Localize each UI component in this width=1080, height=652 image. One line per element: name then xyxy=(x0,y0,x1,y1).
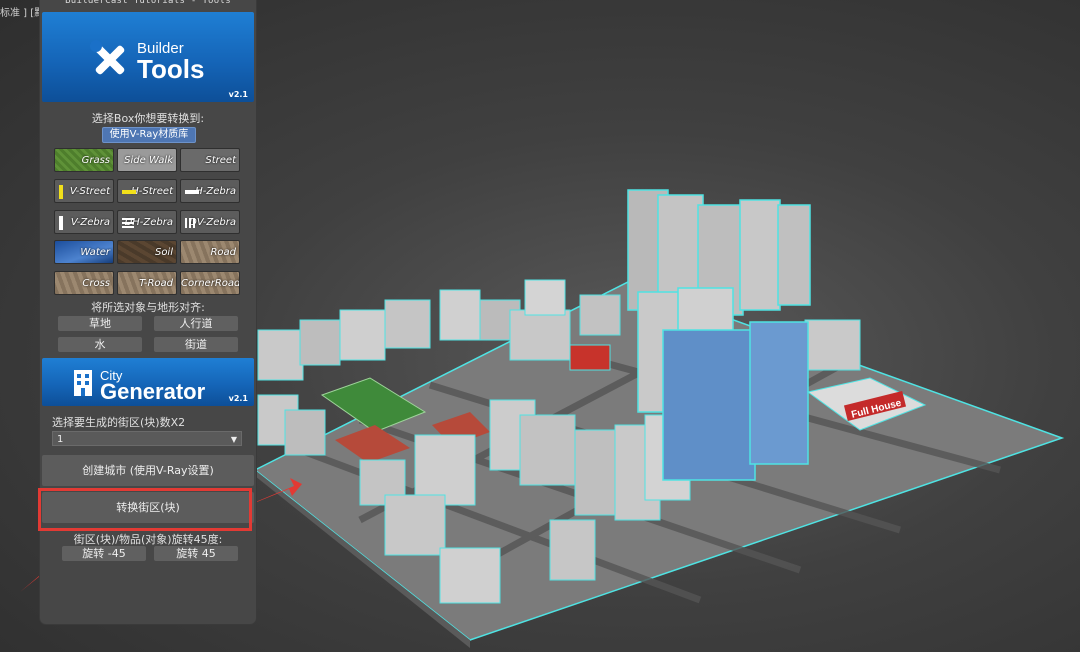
rotate-plus-45-button[interactable]: 旋转 45 xyxy=(154,546,238,561)
version-badge: v2.1 xyxy=(228,90,248,99)
builder-tools-banner: Builder Tools v2.1 xyxy=(42,12,254,102)
tile-cross-road[interactable]: Cross Road xyxy=(54,271,114,295)
vray-library-button[interactable]: 使用V-Ray材质库 xyxy=(102,127,196,143)
tile-label: CornerRoad xyxy=(181,278,240,289)
convert-label: 选择Box你想要转换到: xyxy=(91,112,205,125)
align-water-button[interactable]: 水 xyxy=(58,337,142,352)
viewport-label: 标准 ] [默 xyxy=(0,8,45,19)
select-value: 1 xyxy=(57,434,64,445)
panel-title: BuilderCast Tutorials - Tools xyxy=(65,0,231,6)
tile-label: Soil xyxy=(154,247,173,258)
tile-label: Street xyxy=(205,155,236,166)
banner-line2: Tools xyxy=(137,54,205,84)
tile-label: Cross Road xyxy=(82,278,110,289)
tile-h-zebra[interactable]: H-Zebra xyxy=(180,179,240,203)
blocks-count-select[interactable]: 1 ▼ xyxy=(52,431,242,446)
tile-road[interactable]: Road xyxy=(180,240,240,264)
tile-label: Side Walk xyxy=(124,155,173,166)
tile-street[interactable]: Street xyxy=(180,148,240,172)
building-logo-icon xyxy=(74,370,92,396)
tile-side-walk[interactable]: Side Walk xyxy=(117,148,177,172)
create-city-button[interactable]: 创建城市 (使用V-Ray设置) xyxy=(42,455,254,486)
tile-label: H-Street xyxy=(131,186,173,197)
tile-label: T-Road xyxy=(139,278,173,289)
tile-v-street[interactable]: V-Street xyxy=(54,179,114,203)
wrench-logo-icon xyxy=(90,40,125,75)
tile-label: Road xyxy=(210,247,236,258)
tile-dh-zebra[interactable]: DH-Zebra xyxy=(117,210,177,234)
rotate-minus-45-button[interactable]: 旋转 -45 xyxy=(62,546,146,561)
rotate-label: 街区(块)/物品(对象)旋转45度: xyxy=(73,533,223,546)
tile-label: V-Street xyxy=(69,186,110,197)
chevron-down-icon: ▼ xyxy=(230,435,237,444)
tile-label: Water xyxy=(80,247,110,258)
align-street-button[interactable]: 街道 xyxy=(154,337,238,352)
tile-label: H-Zebra xyxy=(195,186,236,197)
align-label: 将所选对象与地形对齐: xyxy=(91,301,205,314)
banner-line2: Generator xyxy=(100,379,206,404)
tile-dv-zebra[interactable]: DV-Zebra xyxy=(180,210,240,234)
blocks-label: 选择要生成的街区(块)数X2 xyxy=(52,416,186,429)
tile-label: V-Zebra xyxy=(70,217,110,228)
tile-v-zebra[interactable]: V-Zebra xyxy=(54,210,114,234)
tile-soil[interactable]: Soil xyxy=(117,240,177,264)
highlight-box xyxy=(38,488,252,531)
tile-label: Grass xyxy=(81,155,110,166)
tile-t-road[interactable]: T-Road xyxy=(117,271,177,295)
city-generator-banner: City Generator v2.1 xyxy=(42,358,254,406)
tile-grass[interactable]: Grass xyxy=(54,148,114,172)
tile-h-street[interactable]: H-Street xyxy=(117,179,177,203)
tile-corner-road[interactable]: CornerRoad xyxy=(180,271,240,295)
version-badge: v2.1 xyxy=(228,394,248,403)
tile-water[interactable]: Water xyxy=(54,240,114,264)
align-grass-button[interactable]: 草地 xyxy=(58,316,142,331)
red-roof-building xyxy=(569,344,611,371)
align-sidewalk-button[interactable]: 人行道 xyxy=(154,316,238,331)
